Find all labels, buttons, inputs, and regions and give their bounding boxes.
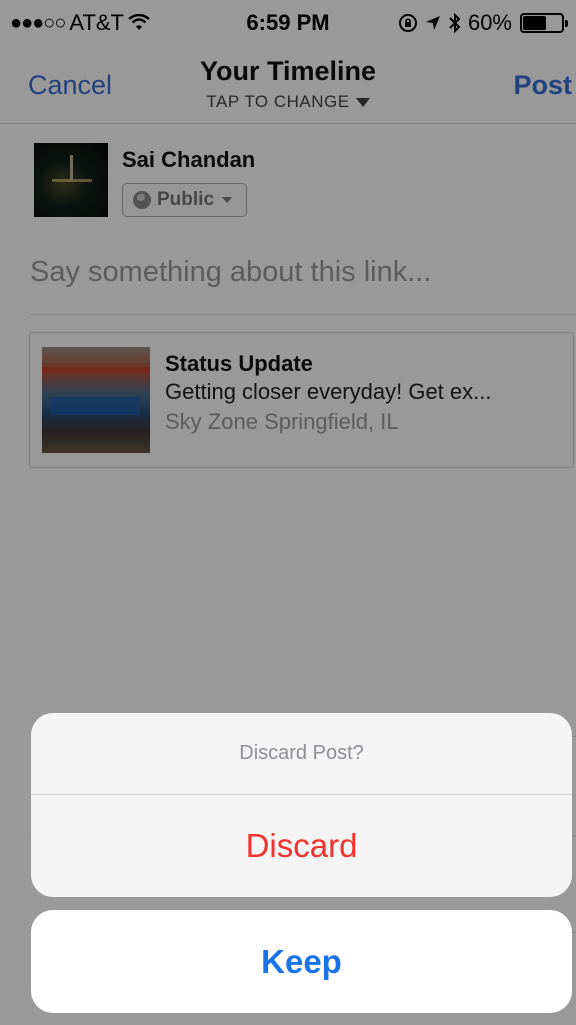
action-sheet: Discard Post? Discard — [31, 713, 572, 897]
screen: ●●●○○ AT&T 6:59 PM 60% Cancel Your Timel… — [0, 0, 576, 1025]
discard-button[interactable]: Discard — [31, 795, 572, 897]
keep-button[interactable]: Keep — [31, 910, 572, 1013]
action-sheet-title: Discard Post? — [239, 742, 364, 764]
